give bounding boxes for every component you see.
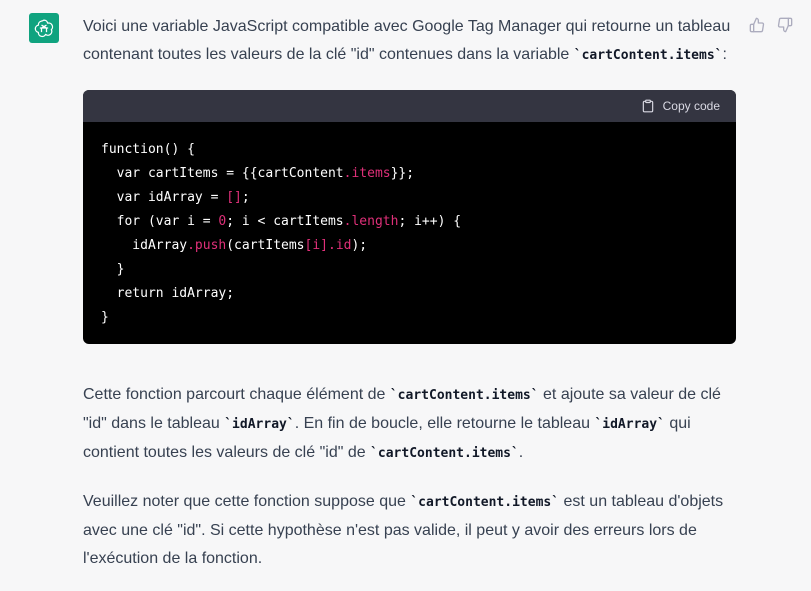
- chat-message: Voici une variable JavaScript compatible…: [0, 0, 811, 591]
- code-token-prop: .items: [343, 166, 391, 181]
- inline-code: `cartContent.items`: [389, 388, 539, 403]
- code-block: Copy code function() { var cartItems = {…: [83, 90, 736, 344]
- code-token: }: [101, 262, 125, 277]
- code-token-prop: .push: [187, 238, 227, 253]
- note-paragraph: Veuillez noter que cette fonction suppos…: [83, 488, 736, 573]
- intro-paragraph: Voici une variable JavaScript compatible…: [83, 13, 736, 70]
- code-block-header: Copy code: [83, 90, 736, 122]
- paragraph-text: . En fin de boucle, elle retourne le tab…: [294, 415, 595, 432]
- inline-code: `cartContent.items`: [370, 446, 519, 461]
- code-content: function() { var cartItems = {{cartConte…: [83, 122, 736, 344]
- code-token: ;: [241, 190, 250, 205]
- code-line: for (var i = 0; i < cartItems.length; i+…: [101, 214, 461, 229]
- copy-code-button[interactable]: Copy code: [641, 92, 720, 120]
- copy-code-label: Copy code: [662, 99, 720, 113]
- code-line: var idArray = [];: [101, 190, 250, 205]
- code-line: var cartItems = {{cartContent.items}};: [101, 166, 414, 181]
- clipboard-icon: [642, 99, 653, 113]
- code-line: function() {: [101, 142, 195, 157]
- paragraph-text: .: [518, 444, 524, 461]
- code-line: }: [101, 262, 125, 277]
- code-line: idArray.push(cartItems[i].id);: [101, 238, 367, 253]
- code-token: function() {: [101, 142, 195, 157]
- code-token: idArray: [101, 238, 188, 253]
- code-token-prop: []: [226, 190, 242, 205]
- inline-code: `idArray`: [594, 417, 665, 432]
- code-token: ; i++) {: [398, 214, 462, 229]
- code-token: );: [351, 238, 368, 253]
- inline-code: `cartContent.items`: [573, 48, 723, 63]
- assistant-avatar: [29, 13, 59, 43]
- code-token: (cartItems: [226, 238, 305, 253]
- code-token-prop: [i]: [304, 238, 328, 253]
- thumbs-down-icon[interactable]: [777, 17, 793, 33]
- message-actions: [749, 17, 793, 33]
- code-token: var cartItems = {{cartContent: [101, 166, 344, 181]
- paragraph-text: Cette fonction parcourt chaque élément d…: [83, 386, 390, 403]
- message-content: Voici une variable JavaScript compatible…: [83, 13, 736, 591]
- intro-text-end: :: [722, 46, 727, 63]
- thumbs-up-icon[interactable]: [749, 17, 765, 33]
- openai-logo-icon: [34, 19, 54, 38]
- inline-code: `idArray`: [224, 417, 295, 432]
- code-token: return idArray;: [101, 286, 235, 301]
- code-line: }: [101, 310, 109, 325]
- inline-code: `cartContent.items`: [410, 495, 560, 510]
- paragraph-text: Veuillez noter que cette fonction suppos…: [83, 493, 411, 510]
- code-line: return idArray;: [101, 286, 234, 301]
- code-token-prop: .id: [328, 238, 352, 253]
- code-token-prop: .length: [343, 214, 399, 229]
- code-token: }: [101, 310, 109, 325]
- code-token: var idArray =: [101, 190, 227, 205]
- code-token: for (var i =: [101, 214, 219, 229]
- code-token: ; i < cartItems: [226, 214, 344, 229]
- code-token: }};: [390, 166, 415, 181]
- explanation-paragraph: Cette fonction parcourt chaque élément d…: [83, 381, 736, 468]
